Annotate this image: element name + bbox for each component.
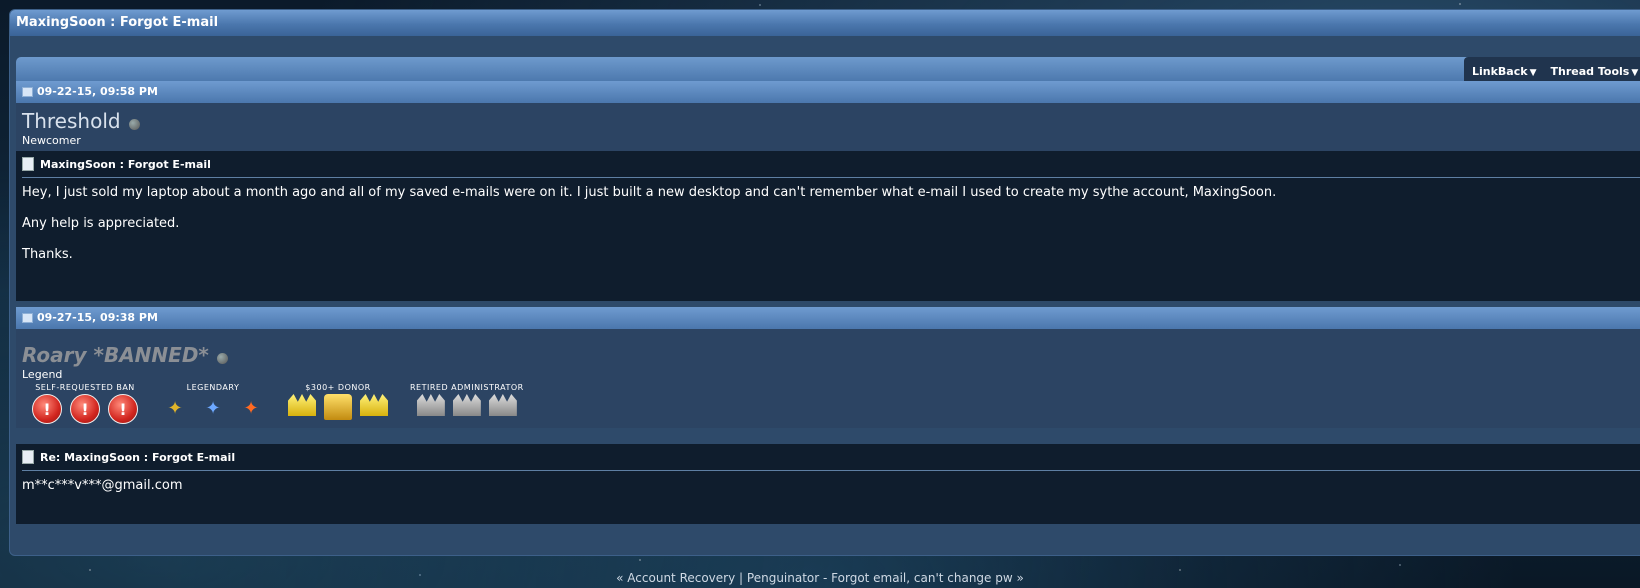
user-info: Threshold Newcomer [16, 103, 1640, 151]
offline-status-icon [216, 352, 228, 364]
user-title: Newcomer [22, 134, 81, 147]
thread-tools-bar: LinkBack ▼ Thread Tools ▼ [16, 57, 1640, 81]
post-icon [22, 313, 33, 323]
legendary-bird-icon: ✦ [243, 397, 259, 419]
post-content: m**c***v***@gmail.com [22, 478, 183, 493]
post-date: 09-27-15, 09:38 PM [37, 311, 158, 324]
user-info: Roary *BANNED* Legend SELF-REQUESTED BAN… [16, 329, 1640, 428]
award-group-legendary: LEGENDARY ✦ ✦ ✦ [160, 383, 266, 424]
username-link[interactable]: Threshold [22, 109, 1640, 133]
gold-crown-icon [288, 394, 316, 416]
dropdown-arrow-icon: ▼ [1631, 68, 1639, 78]
coin-stack-icon [324, 394, 352, 420]
ban-badge-icon: ! [32, 394, 62, 424]
legendary-bird-icon: ✦ [205, 397, 221, 419]
next-thread-link[interactable]: Penguinator - Forgot email, can't change… [747, 571, 1024, 585]
gold-crown-icon [360, 394, 388, 416]
user-title: Legend [22, 368, 63, 381]
linkback-menu[interactable]: LinkBack ▼ [1472, 65, 1537, 81]
document-icon [22, 450, 34, 464]
post-title: MaxingSoon : Forgot E-mail [22, 157, 1640, 178]
post-date: 09-22-15, 09:58 PM [37, 85, 158, 98]
silver-crown-icon [452, 394, 481, 416]
dropdown-arrow-icon: ▼ [1529, 68, 1537, 78]
post-icon [22, 87, 33, 97]
ban-badge-icon: ! [108, 394, 138, 424]
post-header: 09-27-15, 09:38 PM [16, 307, 1640, 329]
silver-crown-icon [416, 394, 445, 416]
post-header: 09-22-15, 09:58 PM [16, 81, 1640, 103]
post-content: Hey, I just sold my laptop about a month… [22, 185, 1277, 262]
post-body: MaxingSoon : Forgot E-mail Hey, I just s… [16, 151, 1640, 301]
post-body: Re: MaxingSoon : Forgot E-mail m**c***v*… [16, 444, 1640, 524]
prev-thread-link[interactable]: « Account Recovery [616, 571, 735, 585]
tools-tab: LinkBack ▼ Thread Tools ▼ [1464, 57, 1640, 81]
legendary-bird-icon: ✦ [167, 397, 183, 419]
username-link[interactable]: Roary *BANNED* [22, 343, 1640, 367]
award-group-donor: $300+ DONOR [288, 383, 388, 424]
silver-crown-icon [488, 394, 517, 416]
thread-container: MaxingSoon : Forgot E-mail LinkBack ▼ Thr… [9, 9, 1640, 556]
ban-badge-icon: ! [70, 394, 100, 424]
award-group-admin: RETIRED ADMINISTRATOR [410, 383, 524, 424]
award-group-ban: SELF-REQUESTED BAN ! ! ! [32, 383, 138, 424]
award-bar: SELF-REQUESTED BAN ! ! ! LEGENDARY ✦ ✦ ✦… [22, 383, 1640, 424]
thread-title: MaxingSoon : Forgot E-mail [10, 10, 1640, 36]
offline-status-icon [128, 118, 140, 130]
document-icon [22, 157, 34, 171]
thread-tools-menu[interactable]: Thread Tools ▼ [1551, 65, 1639, 81]
post-title: Re: MaxingSoon : Forgot E-mail [22, 450, 1640, 471]
thread-navigation: « Account Recovery | Penguinator - Forgo… [616, 571, 1024, 585]
